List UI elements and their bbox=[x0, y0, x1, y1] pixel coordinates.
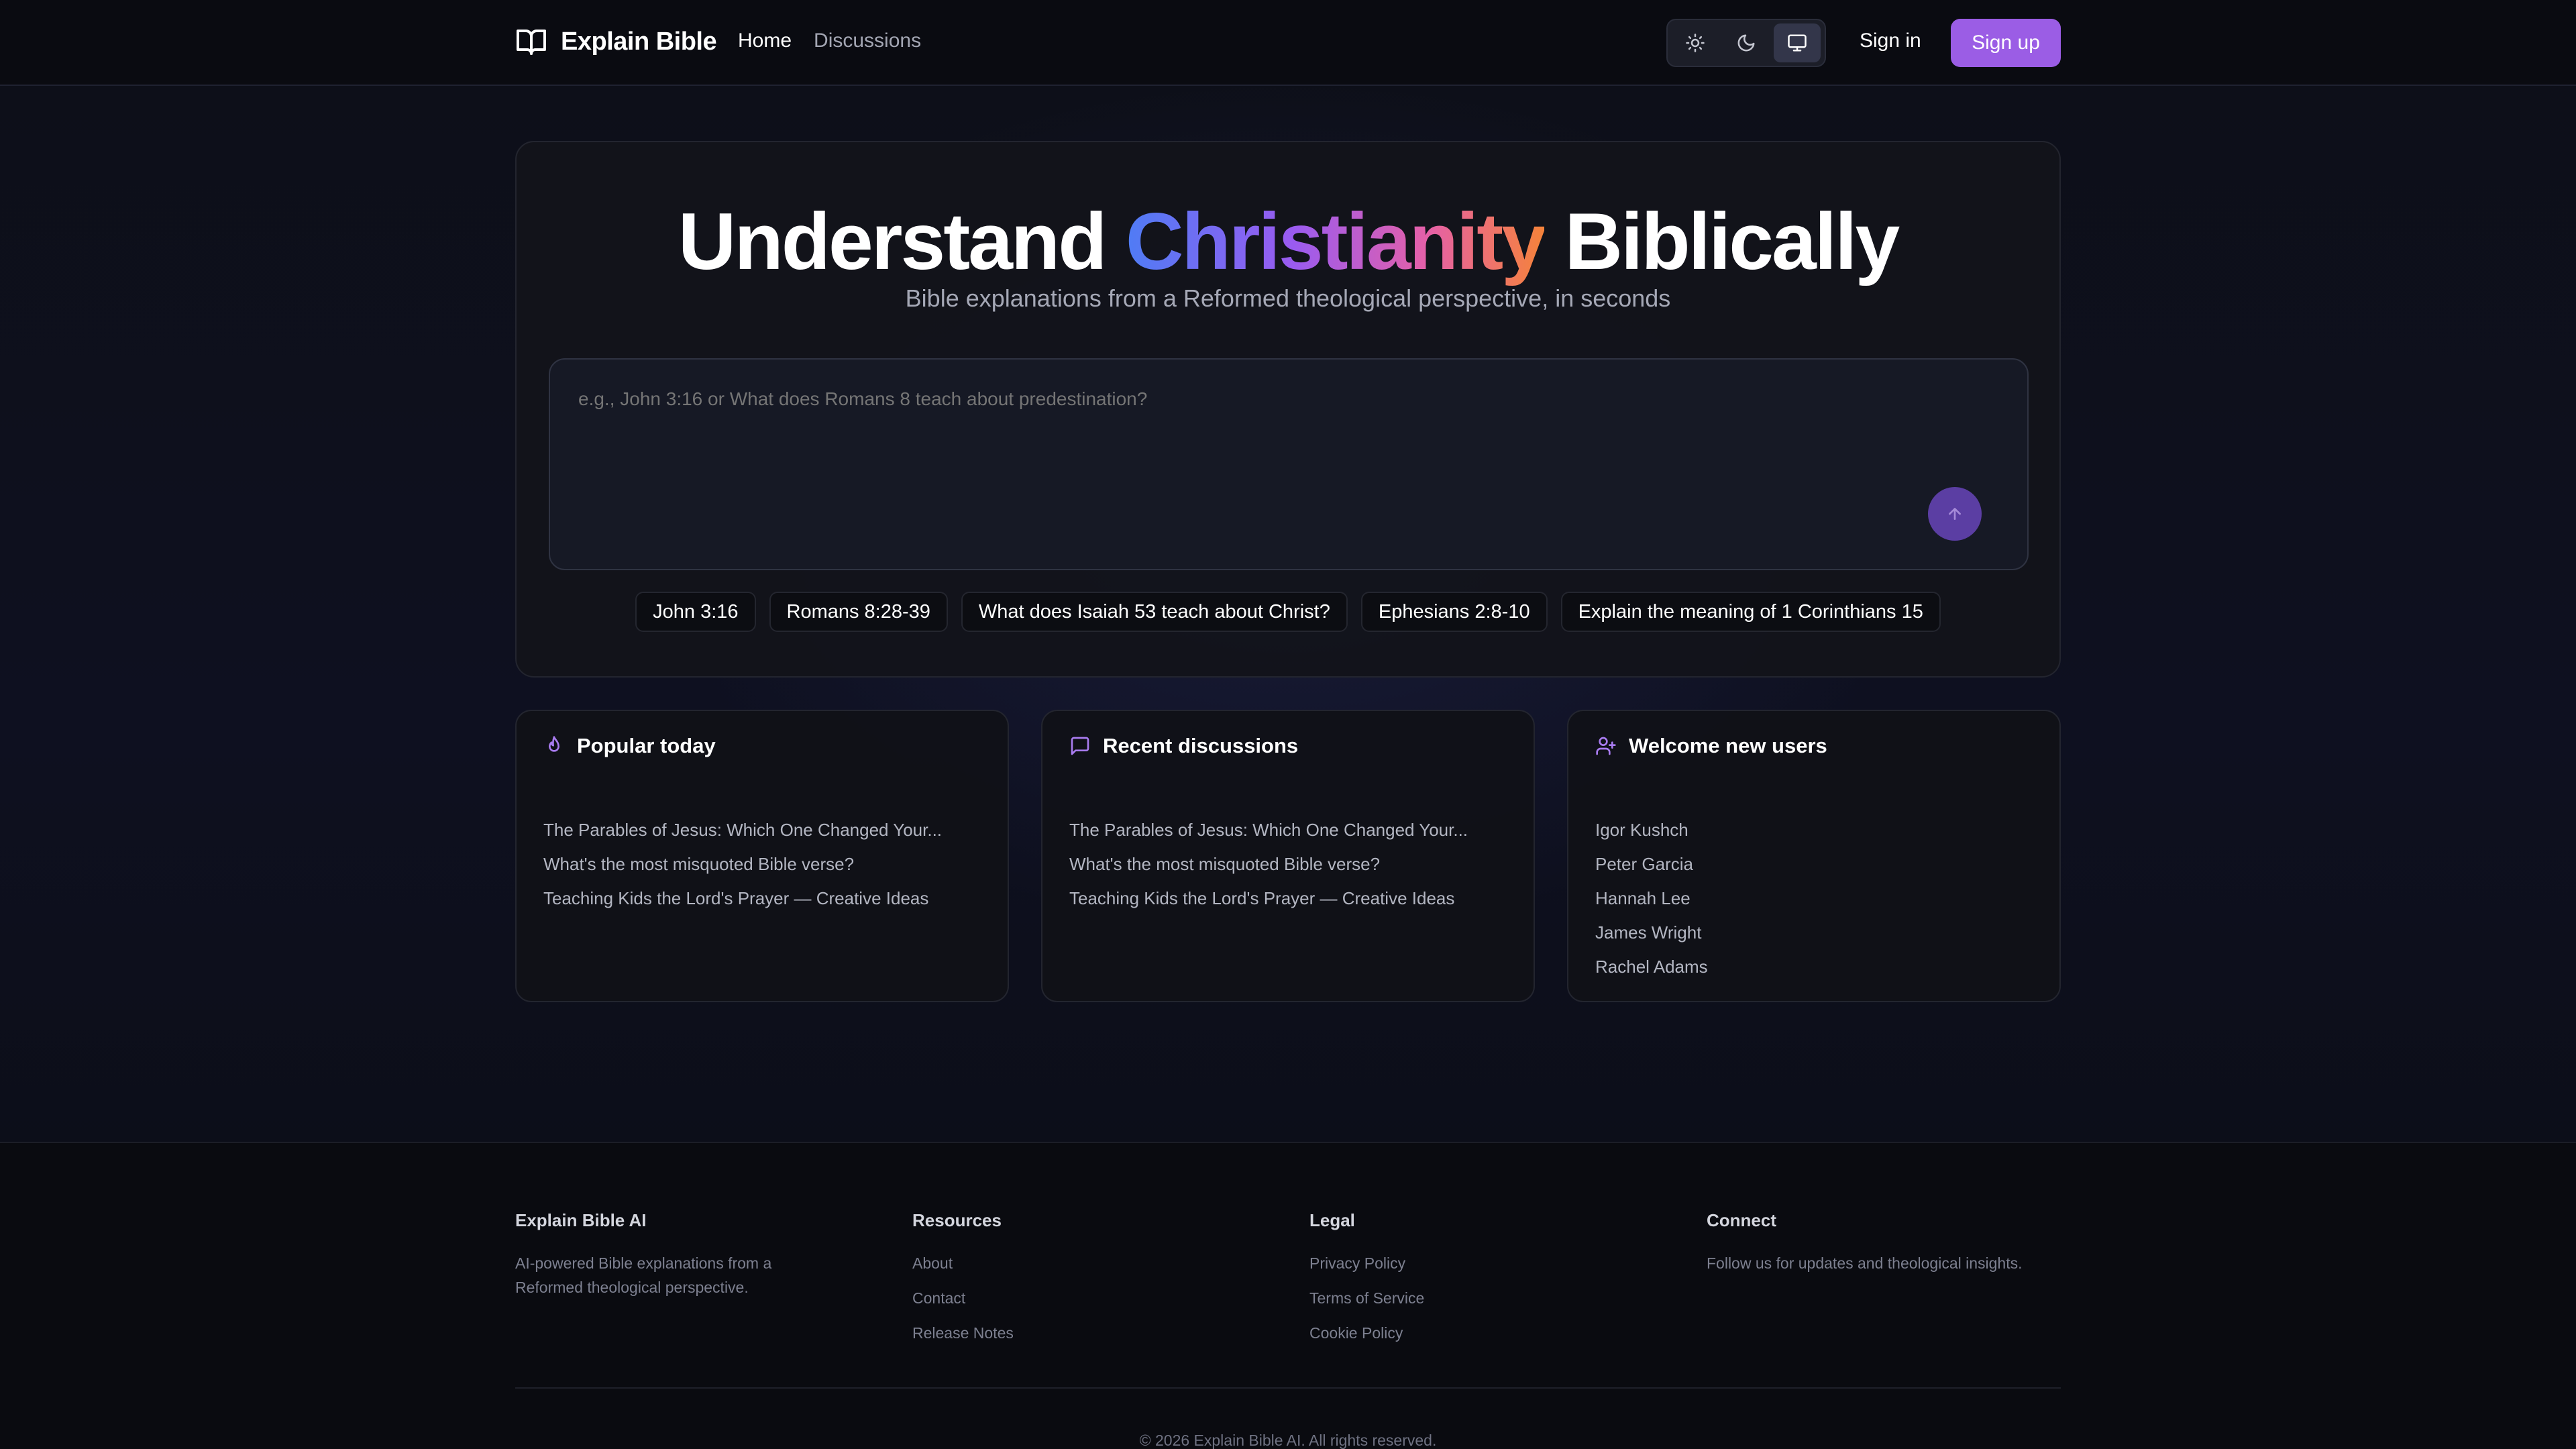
suggestion-chips: John 3:16 Romans 8:28-39 What does Isaia… bbox=[517, 592, 2059, 632]
main-nav: Home Discussions bbox=[738, 30, 921, 52]
nav-home-link[interactable]: Home bbox=[738, 30, 792, 52]
footer-link-terms[interactable]: Terms of Service bbox=[1309, 1286, 1424, 1321]
nav-discussions-link[interactable]: Discussions bbox=[814, 30, 921, 52]
sign-in-link[interactable]: Sign in bbox=[1860, 30, 1921, 52]
popular-list: The Parables of Jesus: Which One Changed… bbox=[543, 818, 942, 921]
open-book-icon bbox=[517, 30, 546, 55]
footer-link-about[interactable]: About bbox=[912, 1251, 1014, 1286]
footer-about: Explain Bible AI AI-powered Bible explan… bbox=[515, 1210, 824, 1299]
hero-subtitle: Bible explanations from a Reformed theol… bbox=[517, 284, 2059, 313]
top-nav-bar: Explain Bible Home Discussions Sign in S… bbox=[0, 0, 2576, 86]
footer-connect: Connect Follow us for updates and theolo… bbox=[1707, 1210, 2069, 1275]
list-item[interactable]: The Parables of Jesus: Which One Changed… bbox=[1069, 818, 1468, 853]
footer-resources: Resources About Contact Release Notes bbox=[912, 1210, 1014, 1356]
list-item[interactable]: What's the most misquoted Bible verse? bbox=[543, 853, 942, 887]
hero-card: Understand Christianity Biblically Bible… bbox=[515, 141, 2061, 678]
hero-title-highlight: Christianity bbox=[1125, 197, 1546, 286]
list-item[interactable]: The Parables of Jesus: Which One Changed… bbox=[543, 818, 942, 853]
footer-connect-title: Connect bbox=[1707, 1210, 1776, 1230]
footer-legal-title: Legal bbox=[1309, 1210, 1355, 1230]
card-title: Recent discussions bbox=[1103, 734, 1299, 757]
list-item[interactable]: Hannah Lee bbox=[1595, 887, 1708, 921]
hero-title-start: Understand bbox=[678, 197, 1126, 286]
popular-today-card: Popular today The Parables of Jesus: Whi… bbox=[515, 710, 1009, 1002]
theme-toggle-group bbox=[1666, 19, 1826, 67]
card-header: Welcome new users bbox=[1595, 734, 1827, 758]
footer-link-cookies[interactable]: Cookie Policy bbox=[1309, 1321, 1424, 1356]
list-item[interactable]: Peter Garcia bbox=[1595, 853, 1708, 887]
list-item[interactable]: Teaching Kids the Lord's Prayer — Creati… bbox=[1069, 887, 1468, 921]
suggestion-chip[interactable]: John 3:16 bbox=[635, 592, 756, 632]
question-box[interactable] bbox=[549, 358, 2029, 570]
hero-subtitle-text: Bible explanations from a Reformed theol… bbox=[905, 284, 1671, 312]
brand-logo-link[interactable]: Explain Bible bbox=[515, 25, 717, 58]
dark-theme-button[interactable] bbox=[1723, 23, 1770, 62]
list-item[interactable]: Igor Kushch bbox=[1595, 818, 1708, 853]
card-title: Welcome new users bbox=[1629, 734, 1827, 757]
submit-question-button[interactable] bbox=[1928, 487, 1982, 541]
sign-up-button[interactable]: Sign up bbox=[1951, 19, 2061, 67]
suggestion-chip[interactable]: Explain the meaning of 1 Corinthians 15 bbox=[1560, 592, 1941, 632]
welcome-users-card: Welcome new users Igor Kushch Peter Garc… bbox=[1567, 710, 2061, 1002]
footer-about-title: Explain Bible AI bbox=[515, 1210, 647, 1230]
footer-divider bbox=[515, 1387, 2061, 1389]
hero-title: Understand Christianity Biblically bbox=[517, 195, 2059, 288]
question-input[interactable] bbox=[577, 388, 1988, 411]
sun-icon bbox=[1686, 34, 1705, 52]
moon-icon bbox=[1737, 34, 1755, 52]
hero-title-end: Biblically bbox=[1544, 197, 1900, 286]
list-item[interactable]: James Wright bbox=[1595, 921, 1708, 955]
footer-about-text: AI-powered Bible explanations from a Ref… bbox=[515, 1254, 772, 1296]
footer-legal-links: Privacy Policy Terms of Service Cookie P… bbox=[1309, 1251, 1424, 1356]
recent-discussions-card: Recent discussions The Parables of Jesus… bbox=[1041, 710, 1535, 1002]
card-header: Recent discussions bbox=[1069, 734, 1298, 758]
system-theme-button[interactable] bbox=[1774, 23, 1821, 62]
flame-icon bbox=[549, 736, 559, 752]
suggestion-chip[interactable]: Ephesians 2:8-10 bbox=[1360, 592, 1548, 632]
arrow-up-icon bbox=[1949, 508, 1961, 520]
card-title: Popular today bbox=[577, 734, 716, 757]
suggestion-chip[interactable]: What does Isaiah 53 teach about Christ? bbox=[961, 592, 1348, 632]
light-theme-button[interactable] bbox=[1672, 23, 1719, 62]
footer-legal: Legal Privacy Policy Terms of Service Co… bbox=[1309, 1210, 1424, 1356]
user-plus-icon bbox=[1596, 737, 1616, 755]
card-header: Popular today bbox=[543, 734, 716, 758]
footer-link-contact[interactable]: Contact bbox=[912, 1286, 1014, 1321]
welcome-list: Igor Kushch Peter Garcia Hannah Lee Jame… bbox=[1595, 818, 1708, 989]
message-square-icon bbox=[1071, 737, 1089, 755]
list-item[interactable]: What's the most misquoted Bible verse? bbox=[1069, 853, 1468, 887]
site-footer: Explain Bible AI AI-powered Bible explan… bbox=[0, 1142, 2576, 1449]
monitor-icon bbox=[1788, 34, 1807, 52]
footer-resources-title: Resources bbox=[912, 1210, 1002, 1230]
list-item[interactable]: Teaching Kids the Lord's Prayer — Creati… bbox=[543, 887, 942, 921]
footer-link-release-notes[interactable]: Release Notes bbox=[912, 1321, 1014, 1356]
brand-name: Explain Bible bbox=[561, 27, 717, 56]
footer-link-privacy[interactable]: Privacy Policy bbox=[1309, 1251, 1424, 1286]
suggestion-chip[interactable]: Romans 8:28-39 bbox=[769, 592, 948, 632]
footer-resources-links: About Contact Release Notes bbox=[912, 1251, 1014, 1356]
recent-list: The Parables of Jesus: Which One Changed… bbox=[1069, 818, 1468, 921]
footer-connect-text: Follow us for updates and theological in… bbox=[1707, 1254, 2023, 1272]
copyright-text: © 2026 Explain Bible AI. All rights rese… bbox=[1139, 1432, 1437, 1449]
list-item[interactable]: Rachel Adams bbox=[1595, 955, 1708, 989]
